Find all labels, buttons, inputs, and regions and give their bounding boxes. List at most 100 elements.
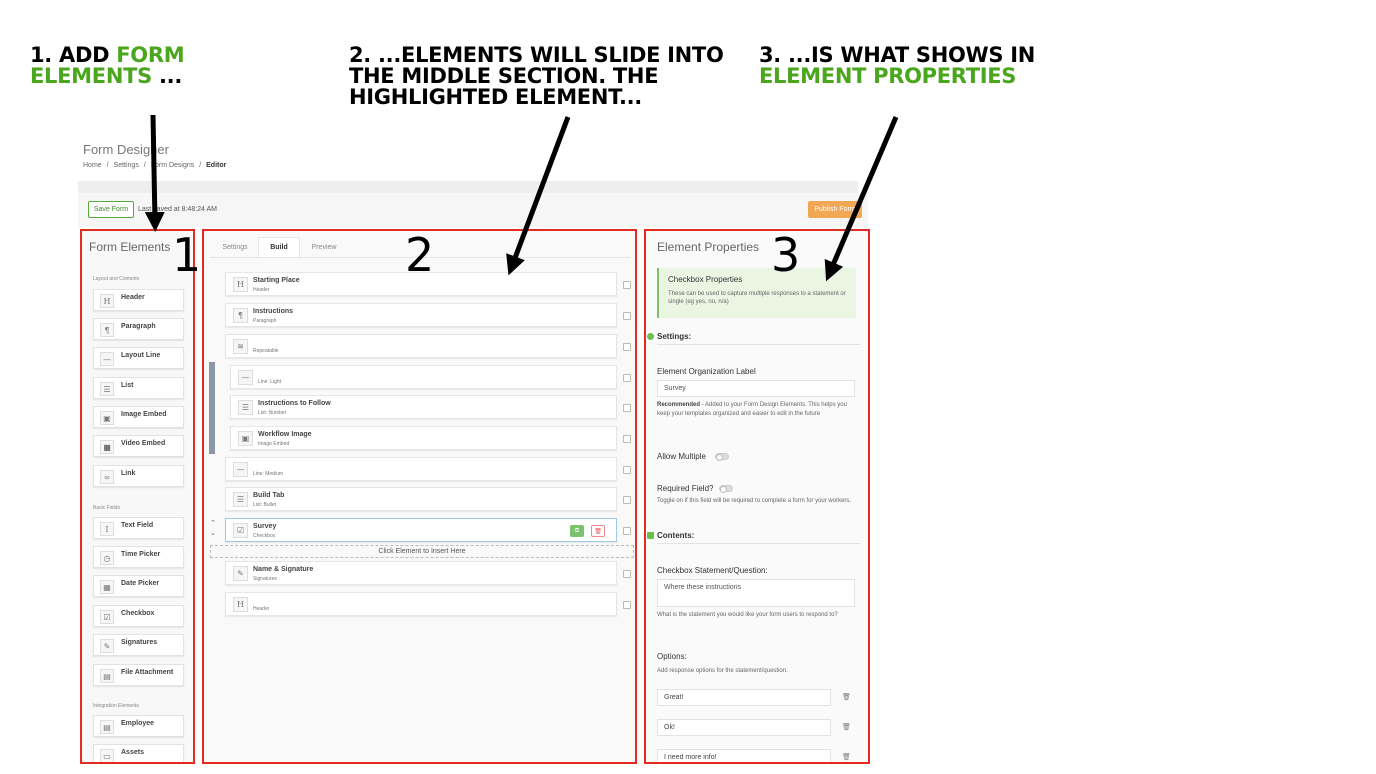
option-input[interactable]: I need more info! xyxy=(657,749,831,762)
form-row-survey-selected[interactable]: ☑ Survey Checkbox ⧉ 🗑 xyxy=(225,518,617,542)
element-text-field[interactable]: I Text Field xyxy=(93,517,184,539)
form-row-build-tab[interactable]: ☰ Build Tab List: Bullet xyxy=(225,487,617,511)
form-row-line-medium[interactable]: — Line: Medium xyxy=(225,457,617,481)
trash-icon[interactable]: 🗑 xyxy=(842,693,851,701)
form-row-line-light[interactable]: — Line: Light xyxy=(230,365,617,389)
section-integration-elements: Integration Elements xyxy=(93,703,139,709)
annotation-step-3-line-1: 3. ...IS WHAT SHOWS IN xyxy=(759,43,1036,67)
statement-textarea[interactable]: Where these instructions xyxy=(657,579,855,607)
trash-icon[interactable]: 🗑 xyxy=(591,525,605,537)
paragraph-icon: ¶ xyxy=(100,323,114,337)
page-title: Form Designer xyxy=(83,142,169,157)
element-link[interactable]: ∞ Link xyxy=(93,465,184,487)
row-type: Signatures xyxy=(253,576,277,582)
row-title: Instructions xyxy=(253,308,294,315)
tab-settings[interactable]: Settings xyxy=(214,237,256,257)
row-type: Paragraph xyxy=(253,318,277,324)
options-label: Options: xyxy=(657,652,687,661)
element-time-picker[interactable]: ◷ Time Picker xyxy=(93,546,184,568)
row-select-checkbox[interactable] xyxy=(623,281,631,289)
row-select-checkbox[interactable] xyxy=(623,496,631,504)
form-row-repeatable[interactable]: ≋ Repeatable xyxy=(225,334,617,358)
row-type: Header xyxy=(253,606,270,612)
row-title: Build Tab xyxy=(253,492,285,499)
annotation-step-3-line-2: ELEMENT PROPERTIES xyxy=(759,64,1017,88)
element-date-picker[interactable]: ▦ Date Picker xyxy=(93,575,184,597)
form-row-instructions[interactable]: ¶ Instructions Paragraph xyxy=(225,303,617,327)
element-label: Paragraph xyxy=(121,323,156,330)
row-select-checkbox[interactable] xyxy=(623,466,631,474)
move-up-icon[interactable]: ⌃ xyxy=(210,519,216,527)
row-select-checkbox[interactable] xyxy=(623,404,631,412)
element-image-embed[interactable]: ▣ Image Embed xyxy=(93,406,184,428)
form-row-header[interactable]: H Header xyxy=(225,592,617,616)
row-title: Survey xyxy=(253,523,277,530)
element-list[interactable]: ☰ List xyxy=(93,377,184,399)
breadcrumb-form-designs[interactable]: Form Designs xyxy=(151,162,195,169)
required-field-toggle[interactable] xyxy=(719,485,733,493)
row-select-checkbox[interactable] xyxy=(623,435,631,443)
top-strip xyxy=(78,181,858,193)
option-input[interactable]: Great! xyxy=(657,689,831,706)
allow-multiple-toggle[interactable] xyxy=(715,453,729,461)
form-row-name-signature[interactable]: ✎ Name & Signature Signatures xyxy=(225,561,617,585)
row-select-checkbox[interactable] xyxy=(623,601,631,609)
form-row-instructions-to-follow[interactable]: ☰ Instructions to Follow List: Number xyxy=(230,395,617,419)
divider xyxy=(657,543,860,544)
line-icon: — xyxy=(100,352,114,366)
element-label: Image Embed xyxy=(121,411,167,418)
form-elements-panel: Form Elements Layout and Contents H Heade… xyxy=(80,229,195,764)
insert-drop-zone[interactable]: Click Element to Insert Here xyxy=(210,545,634,558)
org-label-input[interactable]: Survey xyxy=(657,380,855,397)
annotation-step-2-line-2: THE MIDDLE SECTION. THE xyxy=(349,64,659,88)
breadcrumb-separator: / xyxy=(199,162,202,169)
breadcrumb-separator: / xyxy=(106,162,109,169)
option-input[interactable]: Ok! xyxy=(657,719,831,736)
contents-icon xyxy=(647,532,654,539)
element-file-attachment[interactable]: ▤ File Attachment xyxy=(93,664,184,686)
trash-icon[interactable]: 🗑 xyxy=(842,753,851,761)
form-elements-title: Form Elements xyxy=(89,240,171,254)
element-label: Text Field xyxy=(121,522,154,529)
element-header[interactable]: H Header xyxy=(93,289,184,311)
element-signatures[interactable]: ✎ Signatures xyxy=(93,634,184,656)
move-down-icon[interactable]: ⌄ xyxy=(210,529,216,537)
info-title: Checkbox Properties xyxy=(668,275,743,284)
step-number-3: 3 xyxy=(771,228,801,282)
contents-heading: Contents: xyxy=(657,531,695,540)
checkbox-properties-info: Checkbox Properties These can be used to… xyxy=(657,268,856,318)
header-icon: H xyxy=(100,294,114,308)
row-type: Checkbox xyxy=(253,533,276,539)
row-select-checkbox[interactable] xyxy=(623,343,631,351)
element-paragraph[interactable]: ¶ Paragraph xyxy=(93,318,184,340)
duplicate-icon[interactable]: ⧉ xyxy=(570,525,584,537)
row-select-checkbox[interactable] xyxy=(623,527,631,535)
form-row-workflow-image[interactable]: ▣ Workflow Image Image Embed xyxy=(230,426,617,450)
tab-build[interactable]: Build xyxy=(258,237,300,257)
element-layout-line[interactable]: — Layout Line xyxy=(93,347,184,369)
element-assets[interactable]: ▭ Assets xyxy=(93,744,184,762)
publish-form-button[interactable]: Publish Form xyxy=(808,201,862,218)
element-label: Assets xyxy=(121,749,144,756)
tab-preview[interactable]: Preview xyxy=(302,237,346,257)
element-checkbox[interactable]: ☑ Checkbox xyxy=(93,605,184,627)
header-icon: H xyxy=(233,597,248,612)
element-label: Signatures xyxy=(121,639,158,646)
form-build-panel: Settings Build Preview H Starting Place He… xyxy=(202,229,637,764)
element-video-embed[interactable]: ■ Video Embed xyxy=(93,435,184,457)
row-title: Instructions to Follow xyxy=(258,400,331,407)
list-icon: ☰ xyxy=(100,382,114,396)
element-label: Link xyxy=(121,470,136,477)
breadcrumb-home[interactable]: Home xyxy=(83,162,102,169)
info-description: These can be used to capture multiple re… xyxy=(668,291,846,305)
trash-icon[interactable]: 🗑 xyxy=(842,723,851,731)
breadcrumb-settings[interactable]: Settings xyxy=(114,162,139,169)
element-employee[interactable]: ▤ Employee xyxy=(93,715,184,737)
save-form-button[interactable]: Save Form xyxy=(88,201,134,218)
step-number-2: 2 xyxy=(405,228,435,282)
row-select-checkbox[interactable] xyxy=(623,312,631,320)
row-select-checkbox[interactable] xyxy=(623,374,631,382)
row-select-checkbox[interactable] xyxy=(623,570,631,578)
statement-help: What is the statement you would like you… xyxy=(657,612,838,618)
row-type: Line: Medium xyxy=(253,471,284,477)
